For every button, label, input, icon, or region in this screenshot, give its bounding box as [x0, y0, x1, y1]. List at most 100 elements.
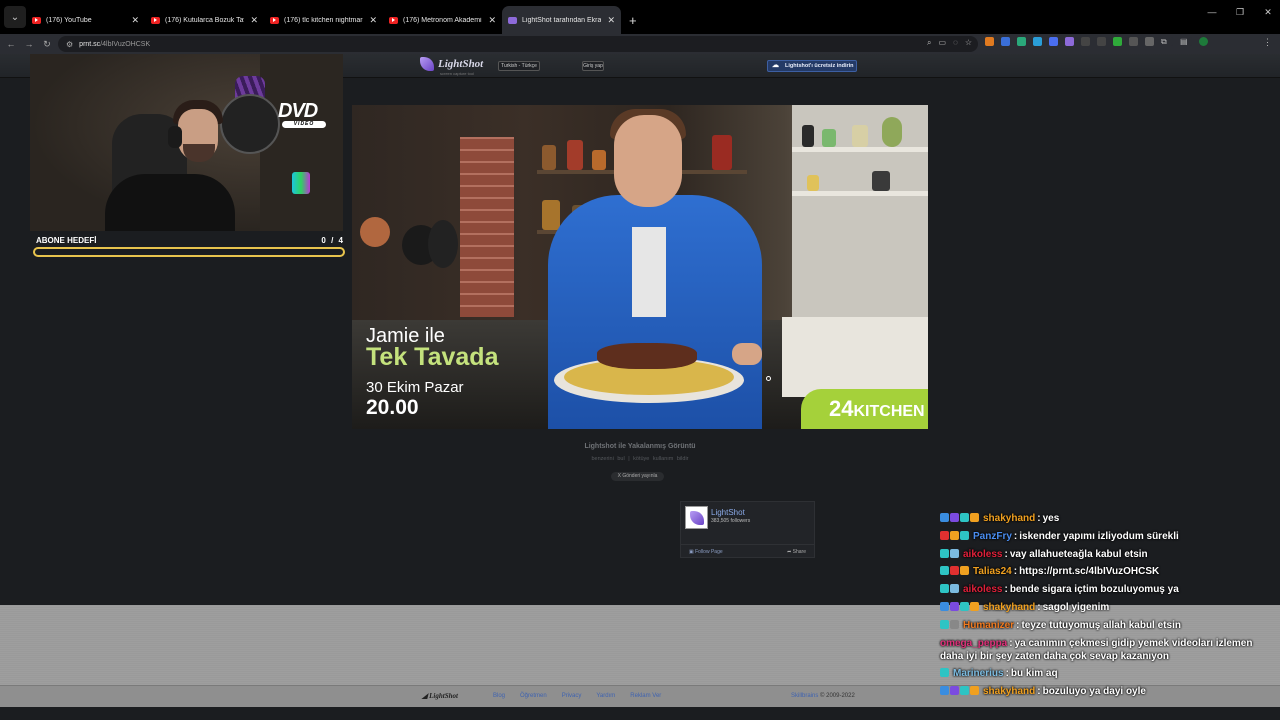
browser-tab[interactable]: LightShot tarafından Ekran Gör... ✕ — [502, 6, 621, 34]
screenshot-image[interactable]: Jamie ile Tek Tavada 30 Ekim Pazar 20.00… — [352, 105, 928, 429]
extension-icon[interactable] — [1017, 37, 1026, 46]
footer-links: Blog Öğretmen Privacy Yardım Reklam Ver — [493, 693, 661, 699]
footer-logo-text: LightShot — [429, 692, 458, 700]
extensions-puzzle-icon[interactable]: ⧉ — [1161, 37, 1173, 46]
follower-count: 383,505 followers — [711, 518, 751, 524]
subscriber-goal: ABONE HEDEFİ 0 / 4 — [30, 233, 345, 259]
eye-off-icon[interactable]: ◌ — [953, 38, 958, 48]
follow-page-button[interactable]: ▣ Follow Page — [689, 549, 723, 555]
chat-separator: : — [1016, 619, 1020, 631]
bookmark-star-icon[interactable]: ☆ — [965, 38, 972, 48]
language-select[interactable]: Turkish - Türkçe — [498, 61, 540, 71]
chat-text: bu kim aq — [1010, 668, 1058, 680]
extension-icon[interactable] — [1129, 37, 1138, 46]
extension-icon[interactable] — [1001, 37, 1010, 46]
extension-icon[interactable] — [1145, 37, 1154, 46]
mascot-poster — [220, 94, 280, 154]
download-button[interactable]: Lightshot'ı ücretsiz indirin — [767, 60, 857, 72]
badge-icon — [960, 686, 969, 696]
logo-subtitle: screen capture tool — [440, 71, 475, 76]
logo-text: LightShot — [438, 58, 484, 70]
footer-link[interactable]: Reklam Ver — [630, 693, 661, 699]
browser-tab[interactable]: (176) Kutularca Bozuk Tavuk Ç... ✕ — [145, 6, 264, 34]
facebook-page-name[interactable]: LightShot — [711, 508, 745, 517]
browser-tab[interactable]: (176) tlc kitchen nightmares - Y... ✕ — [264, 6, 383, 34]
tab-search-dropdown-icon[interactable]: ⌄ — [4, 6, 26, 28]
chat-username[interactable]: shakyhand — [983, 513, 1035, 524]
sidebar-icon[interactable]: ▤ — [1180, 37, 1192, 46]
copper-pan — [360, 217, 390, 247]
close-tab-icon[interactable]: ✕ — [250, 15, 258, 26]
close-window-icon[interactable]: ✕ — [1256, 0, 1280, 24]
forward-icon[interactable]: → — [20, 39, 38, 49]
extension-icon[interactable] — [1113, 37, 1122, 46]
chat-username[interactable]: omega_peppa — [940, 638, 1007, 649]
badge-icon — [940, 584, 949, 594]
jar — [712, 135, 732, 170]
badge-icon — [940, 566, 949, 576]
extension-icon[interactable] — [1081, 37, 1090, 46]
chat-message: Humanizer: teyze tutuyomuş allah kabul et… — [940, 619, 1270, 632]
browser-menu-icon[interactable]: ⋮ — [1263, 37, 1272, 48]
back-icon[interactable]: ← — [2, 39, 20, 49]
new-tab-button[interactable]: + — [629, 13, 637, 28]
image-actions[interactable]: benzerini bul | kötüye kullanım bildir — [0, 456, 1280, 462]
badge-icon — [960, 513, 969, 522]
close-tab-icon[interactable]: ✕ — [131, 15, 139, 26]
cast-icon[interactable]: ▭ — [939, 38, 947, 48]
chat-username[interactable]: shakyhand — [983, 686, 1035, 697]
company-link[interactable]: Skillbrains — [791, 693, 818, 699]
chef-tshirt — [632, 227, 666, 317]
minimize-icon[interactable]: — — [1200, 0, 1224, 24]
kitchen-sink — [782, 317, 928, 397]
extension-icon[interactable] — [1097, 37, 1106, 46]
facebook-widget-actions: ▣ Follow Page ➦ Share — [681, 544, 814, 558]
badge-icon — [970, 686, 979, 696]
chat-username[interactable]: Marinerius — [953, 668, 1004, 679]
badge-icon — [950, 566, 959, 576]
chat-text: teyze tutuyomuş allah kabul etsin — [1021, 619, 1181, 631]
chat-separator: : — [1004, 548, 1008, 560]
chat-username[interactable]: aikoless — [963, 584, 1002, 595]
extension-icon[interactable] — [1049, 37, 1058, 46]
chat-username[interactable]: aikoless — [963, 549, 1002, 560]
extension-icon[interactable] — [985, 37, 994, 46]
profile-avatar[interactable] — [1199, 37, 1208, 46]
webcam-overlay: DVD VIDEO — [30, 54, 343, 231]
chat-separator: : — [1005, 668, 1009, 680]
zoom-icon[interactable]: ⌕ — [927, 38, 931, 48]
browser-tab[interactable]: (176) Metronom Akademi | 1. B... ✕ — [383, 6, 502, 34]
site-info-icon[interactable]: ⚙ — [66, 40, 73, 49]
url-path: /4lbIVuzOHCSK — [100, 40, 151, 48]
maximize-icon[interactable]: ❐ — [1228, 0, 1252, 24]
share-button[interactable]: ➦ Share — [787, 549, 806, 555]
tab-title: (176) tlc kitchen nightmares - Y... — [284, 16, 363, 24]
footer-link[interactable]: Yardım — [596, 693, 615, 699]
tweet-button[interactable]: X Gönderi yayınla — [611, 472, 664, 481]
browser-tab[interactable]: (176) YouTube ✕ — [26, 6, 145, 34]
login-button[interactable]: Giriş yap — [582, 61, 604, 71]
chat-username[interactable]: Humanizer — [963, 620, 1014, 631]
chat-username[interactable]: Talias24 — [973, 566, 1012, 577]
dvd-text: DVD — [278, 100, 318, 122]
reload-icon[interactable]: ↻ — [38, 39, 56, 50]
youtube-favicon-icon — [32, 16, 41, 24]
close-tab-icon[interactable]: ✕ — [488, 15, 496, 26]
chat-username[interactable]: shakyhand — [983, 602, 1035, 613]
close-tab-icon[interactable]: ✕ — [369, 15, 377, 26]
lightshot-extension-icon[interactable] — [1065, 37, 1074, 46]
close-tab-icon[interactable]: ✕ — [607, 15, 615, 26]
extension-icon[interactable] — [1033, 37, 1042, 46]
footer-link[interactable]: Blog — [493, 693, 505, 699]
copyright-years: © 2009-2022 — [820, 693, 855, 699]
lightshot-logo[interactable]: LightShot screen capture tool — [420, 57, 484, 76]
page-avatar[interactable] — [685, 506, 708, 529]
chat-username[interactable]: PanzFry — [973, 531, 1012, 542]
footer-link[interactable]: Privacy — [562, 693, 582, 699]
badge-icon — [950, 584, 959, 594]
badge-icon — [970, 513, 979, 522]
address-bar[interactable]: ⚙ prnt.sc/4lbIVuzOHCSK ⌕ ▭ ◌ ☆ — [58, 36, 978, 52]
footer-link[interactable]: Öğretmen — [520, 693, 547, 699]
tab-title: (176) YouTube — [46, 16, 92, 24]
footer-logo[interactable]: ◢ LightShot — [422, 692, 458, 700]
